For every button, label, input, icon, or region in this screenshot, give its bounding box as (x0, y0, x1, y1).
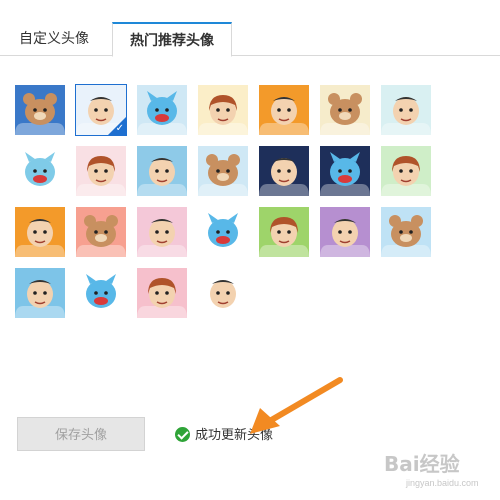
blue-bird-icon[interactable] (137, 85, 187, 135)
bear-icon[interactable] (76, 207, 126, 257)
tab-bar: 自定义头像 热门推荐头像 (0, 0, 500, 57)
boy-icon[interactable] (381, 85, 431, 135)
girl-sunglasses-icon[interactable] (381, 146, 431, 196)
tab-divider (0, 55, 500, 56)
laughing-boy-icon[interactable] (259, 85, 309, 135)
girl-eating-icon[interactable] (198, 85, 248, 135)
boy-icon[interactable] (137, 207, 187, 257)
bear-icon[interactable] (198, 146, 248, 196)
boy-glasses-icon[interactable] (259, 146, 309, 196)
blue-bird-icon[interactable] (15, 146, 65, 196)
blue-bird-icon[interactable] (76, 268, 126, 318)
boy-glasses-icon[interactable] (15, 268, 65, 318)
girl-icon[interactable] (259, 207, 309, 257)
watermark-brand: Bai经验 (384, 452, 460, 476)
tab-hot-recommended-avatar[interactable]: 热门推荐头像 (112, 22, 232, 57)
bear-icon[interactable] (381, 207, 431, 257)
bear-icon[interactable] (320, 85, 370, 135)
watermark-url: jingyan.baidu.com (406, 478, 479, 488)
save-avatar-button[interactable]: 保存头像 (17, 417, 145, 451)
baidu-jingyan-watermark: Bai经验 jingyan.baidu.com (384, 448, 494, 494)
girl-icon[interactable] (76, 146, 126, 196)
boy-glasses-icon[interactable]: ✓ (75, 84, 127, 136)
bear-icon[interactable] (15, 85, 65, 135)
boy-icon[interactable] (198, 268, 248, 318)
blue-bird-icon[interactable] (198, 207, 248, 257)
blue-bird-icon[interactable] (320, 146, 370, 196)
boy-duck-icon[interactable] (15, 207, 65, 257)
success-check-icon (175, 427, 190, 442)
boy-smile-icon[interactable] (137, 146, 187, 196)
checkmark-icon: ✓ (115, 123, 124, 134)
girl-icon[interactable] (137, 268, 187, 318)
boy-icon[interactable] (320, 207, 370, 257)
orange-arrow-icon (250, 377, 343, 434)
tab-custom-avatar[interactable]: 自定义头像 (10, 22, 98, 56)
